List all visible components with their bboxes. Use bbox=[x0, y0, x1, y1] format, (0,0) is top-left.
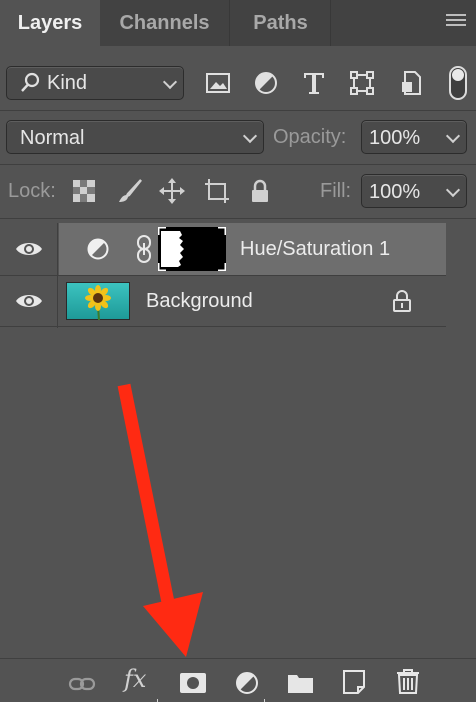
lock-label: Lock: bbox=[8, 180, 56, 202]
fill-label: Fill: bbox=[320, 180, 352, 202]
visibility-toggle[interactable] bbox=[0, 276, 58, 328]
lock-image-pixels-icon[interactable] bbox=[116, 177, 144, 205]
lock-transparent-pixels-icon[interactable] bbox=[70, 177, 98, 205]
chevron-down-icon bbox=[242, 128, 258, 144]
fill-value: 100% bbox=[369, 181, 421, 203]
layer-thumbnail[interactable] bbox=[66, 282, 130, 320]
adjustment-filter-icon[interactable] bbox=[253, 70, 279, 96]
blend-mode-dropdown[interactable]: Normal bbox=[6, 120, 264, 154]
sunflower-image bbox=[85, 285, 111, 320]
opacity-field[interactable]: 100% bbox=[361, 120, 467, 154]
layer-mask-thumbnail[interactable] bbox=[158, 227, 226, 271]
layer-row-hue-saturation[interactable]: Hue/Saturation 1 bbox=[0, 223, 446, 275]
delete-layer-icon[interactable] bbox=[394, 668, 422, 694]
new-adjustment-layer-icon[interactable] bbox=[233, 670, 261, 696]
type-filter-icon[interactable] bbox=[301, 70, 327, 96]
opacity-label: Opacity: bbox=[273, 126, 347, 148]
adjustment-layer-icon bbox=[87, 238, 109, 260]
layer-style-icon[interactable]: fx bbox=[124, 665, 146, 693]
lock-icon[interactable] bbox=[391, 289, 413, 313]
blend-mode-value: Normal bbox=[20, 127, 85, 149]
layer-name[interactable]: Background bbox=[146, 290, 253, 313]
eye-icon bbox=[16, 243, 42, 255]
lock-position-icon[interactable] bbox=[158, 177, 186, 205]
divider bbox=[0, 164, 476, 165]
divider bbox=[0, 218, 476, 219]
lock-all-icon[interactable] bbox=[246, 177, 274, 205]
new-group-icon[interactable] bbox=[287, 670, 315, 696]
link-layers-icon[interactable] bbox=[68, 671, 96, 697]
chevron-down-icon bbox=[445, 182, 461, 198]
layer-content[interactable]: Hue/Saturation 1 bbox=[59, 223, 446, 275]
image-filter-icon[interactable] bbox=[205, 70, 231, 96]
lock-artboard-icon[interactable] bbox=[203, 177, 231, 205]
smart-object-filter-icon[interactable] bbox=[399, 70, 425, 96]
new-layer-icon[interactable] bbox=[340, 669, 368, 695]
divider bbox=[0, 110, 476, 111]
annotation-arrow bbox=[117, 383, 203, 657]
chevron-down-icon bbox=[445, 128, 461, 144]
tab-channels[interactable]: Channels bbox=[100, 0, 230, 46]
tab-paths[interactable]: Paths bbox=[231, 0, 331, 46]
tab-layers[interactable]: Layers bbox=[0, 0, 100, 46]
layers-bottom-toolbar: fx bbox=[0, 658, 476, 702]
eye-icon bbox=[16, 295, 42, 307]
visibility-toggle[interactable] bbox=[0, 223, 58, 275]
layer-row-background[interactable]: Background bbox=[0, 275, 446, 328]
filter-kind-label: Kind bbox=[47, 71, 88, 94]
opacity-value: 100% bbox=[369, 127, 421, 149]
filter-kind-dropdown[interactable]: Kind bbox=[6, 66, 184, 100]
fill-field[interactable]: 100% bbox=[361, 174, 467, 208]
add-mask-icon[interactable] bbox=[179, 670, 207, 696]
shape-filter-icon[interactable] bbox=[349, 70, 375, 96]
layer-name[interactable]: Hue/Saturation 1 bbox=[240, 238, 390, 261]
panel-menu-icon[interactable] bbox=[446, 14, 466, 30]
panel-tab-bar: Layers Channels Paths bbox=[0, 0, 476, 46]
chevron-down-icon bbox=[162, 74, 178, 90]
link-icon[interactable] bbox=[136, 234, 152, 264]
filter-toggle-switch[interactable] bbox=[449, 66, 467, 100]
search-icon bbox=[21, 72, 40, 92]
